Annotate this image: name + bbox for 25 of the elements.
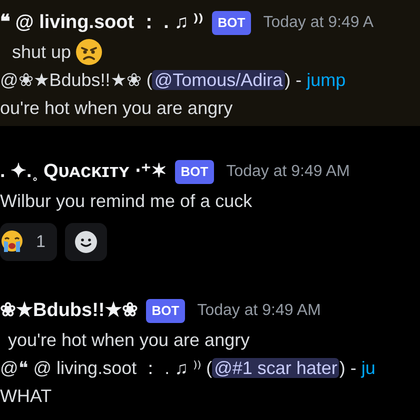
add-reaction-button[interactable] [65,223,108,261]
message-text: Wilbur you remind me of a cuck [0,190,254,213]
angry-face-icon [75,38,104,66]
reply-line: @❀★Bdubs!!★❀ (@Tomous/Adira) - jump [0,69,347,92]
author-name[interactable]: ❀★Bdubs!!★❀ [0,296,138,326]
author-name[interactable]: ❝ @ living.soot ： . ♫ ⁾⁾ [0,8,204,38]
timestamp: Today at 9:49 AM [197,301,321,321]
bot-tag: BOT [146,299,186,323]
timestamp: Today at 9:49 AM [226,162,350,182]
timestamp: Today at 9:49 A [263,13,374,33]
crying-face-icon [0,230,24,254]
jump-link[interactable]: jump [306,70,346,90]
message-text: ou're hot when you are angry [0,97,234,120]
reply-line: @❝ @ living.soot ： . ♫ ⁾⁾ (@#1 scar hater) - ju [0,357,376,380]
jump-link[interactable]: ju [361,358,376,378]
add-reaction-icon [74,230,98,254]
mention[interactable]: @#1 scar hater [212,358,340,378]
bot-tag: BOT [174,160,214,184]
author-name[interactable]: . ✦.˳ Qᴜᴀᴄᴋɪᴛʏ ⋅⁺✶ [0,158,167,186]
message-text: shut up [12,40,72,64]
mention[interactable]: @Tomous/Adira [152,70,285,90]
bot-tag: BOT [212,11,252,35]
reaction-button[interactable]: 1 [0,223,58,261]
message-text: you're hot when you are angry [7,329,251,352]
message-text: WHAT [0,385,53,408]
